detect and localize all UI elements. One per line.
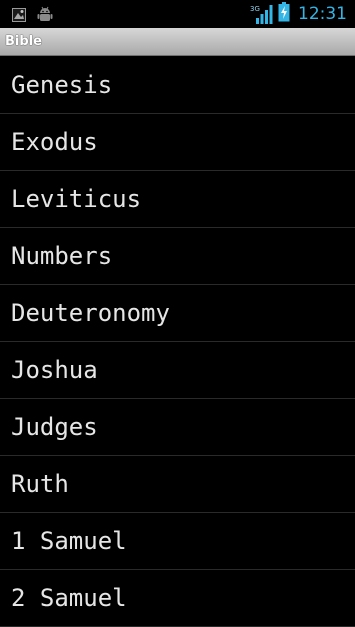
- app-title: Bible: [5, 34, 42, 49]
- book-label: Numbers: [11, 242, 113, 270]
- book-list: Genesis Exodus Leviticus Numbers Deutero…: [0, 57, 355, 627]
- notification-area: [12, 5, 54, 27]
- book-label: 1 Samuel: [11, 527, 127, 555]
- book-label: Ruth: [11, 470, 69, 498]
- status-bar: 3G 12:31: [0, 0, 355, 28]
- notification-image-icon[interactable]: [12, 7, 26, 26]
- book-label: 2 Samuel: [11, 584, 127, 612]
- book-label: Leviticus: [11, 185, 142, 213]
- list-item[interactable]: Ruth: [0, 456, 355, 513]
- signal-icon: [256, 5, 273, 24]
- status-time: 12:31: [298, 4, 347, 24]
- list-item[interactable]: Deuteronomy: [0, 285, 355, 342]
- list-item[interactable]: 1 Samuel: [0, 513, 355, 570]
- book-label: Deuteronomy: [11, 299, 170, 327]
- book-label: Joshua: [11, 356, 98, 384]
- list-item[interactable]: Numbers: [0, 228, 355, 285]
- title-bar: Bible: [0, 28, 355, 56]
- android-debug-icon[interactable]: [36, 5, 54, 27]
- book-label: Exodus: [11, 128, 98, 156]
- battery-charging-icon: [278, 2, 290, 26]
- list-item[interactable]: 2 Samuel: [0, 570, 355, 627]
- book-label: Judges: [11, 413, 98, 441]
- system-status-area: 3G 12:31: [250, 2, 347, 26]
- list-item[interactable]: Genesis: [0, 57, 355, 114]
- list-item[interactable]: Joshua: [0, 342, 355, 399]
- signal-indicator: 3G: [250, 4, 274, 24]
- list-item[interactable]: Leviticus: [0, 171, 355, 228]
- list-item[interactable]: Exodus: [0, 114, 355, 171]
- list-item[interactable]: Judges: [0, 399, 355, 456]
- book-label: Genesis: [11, 71, 113, 99]
